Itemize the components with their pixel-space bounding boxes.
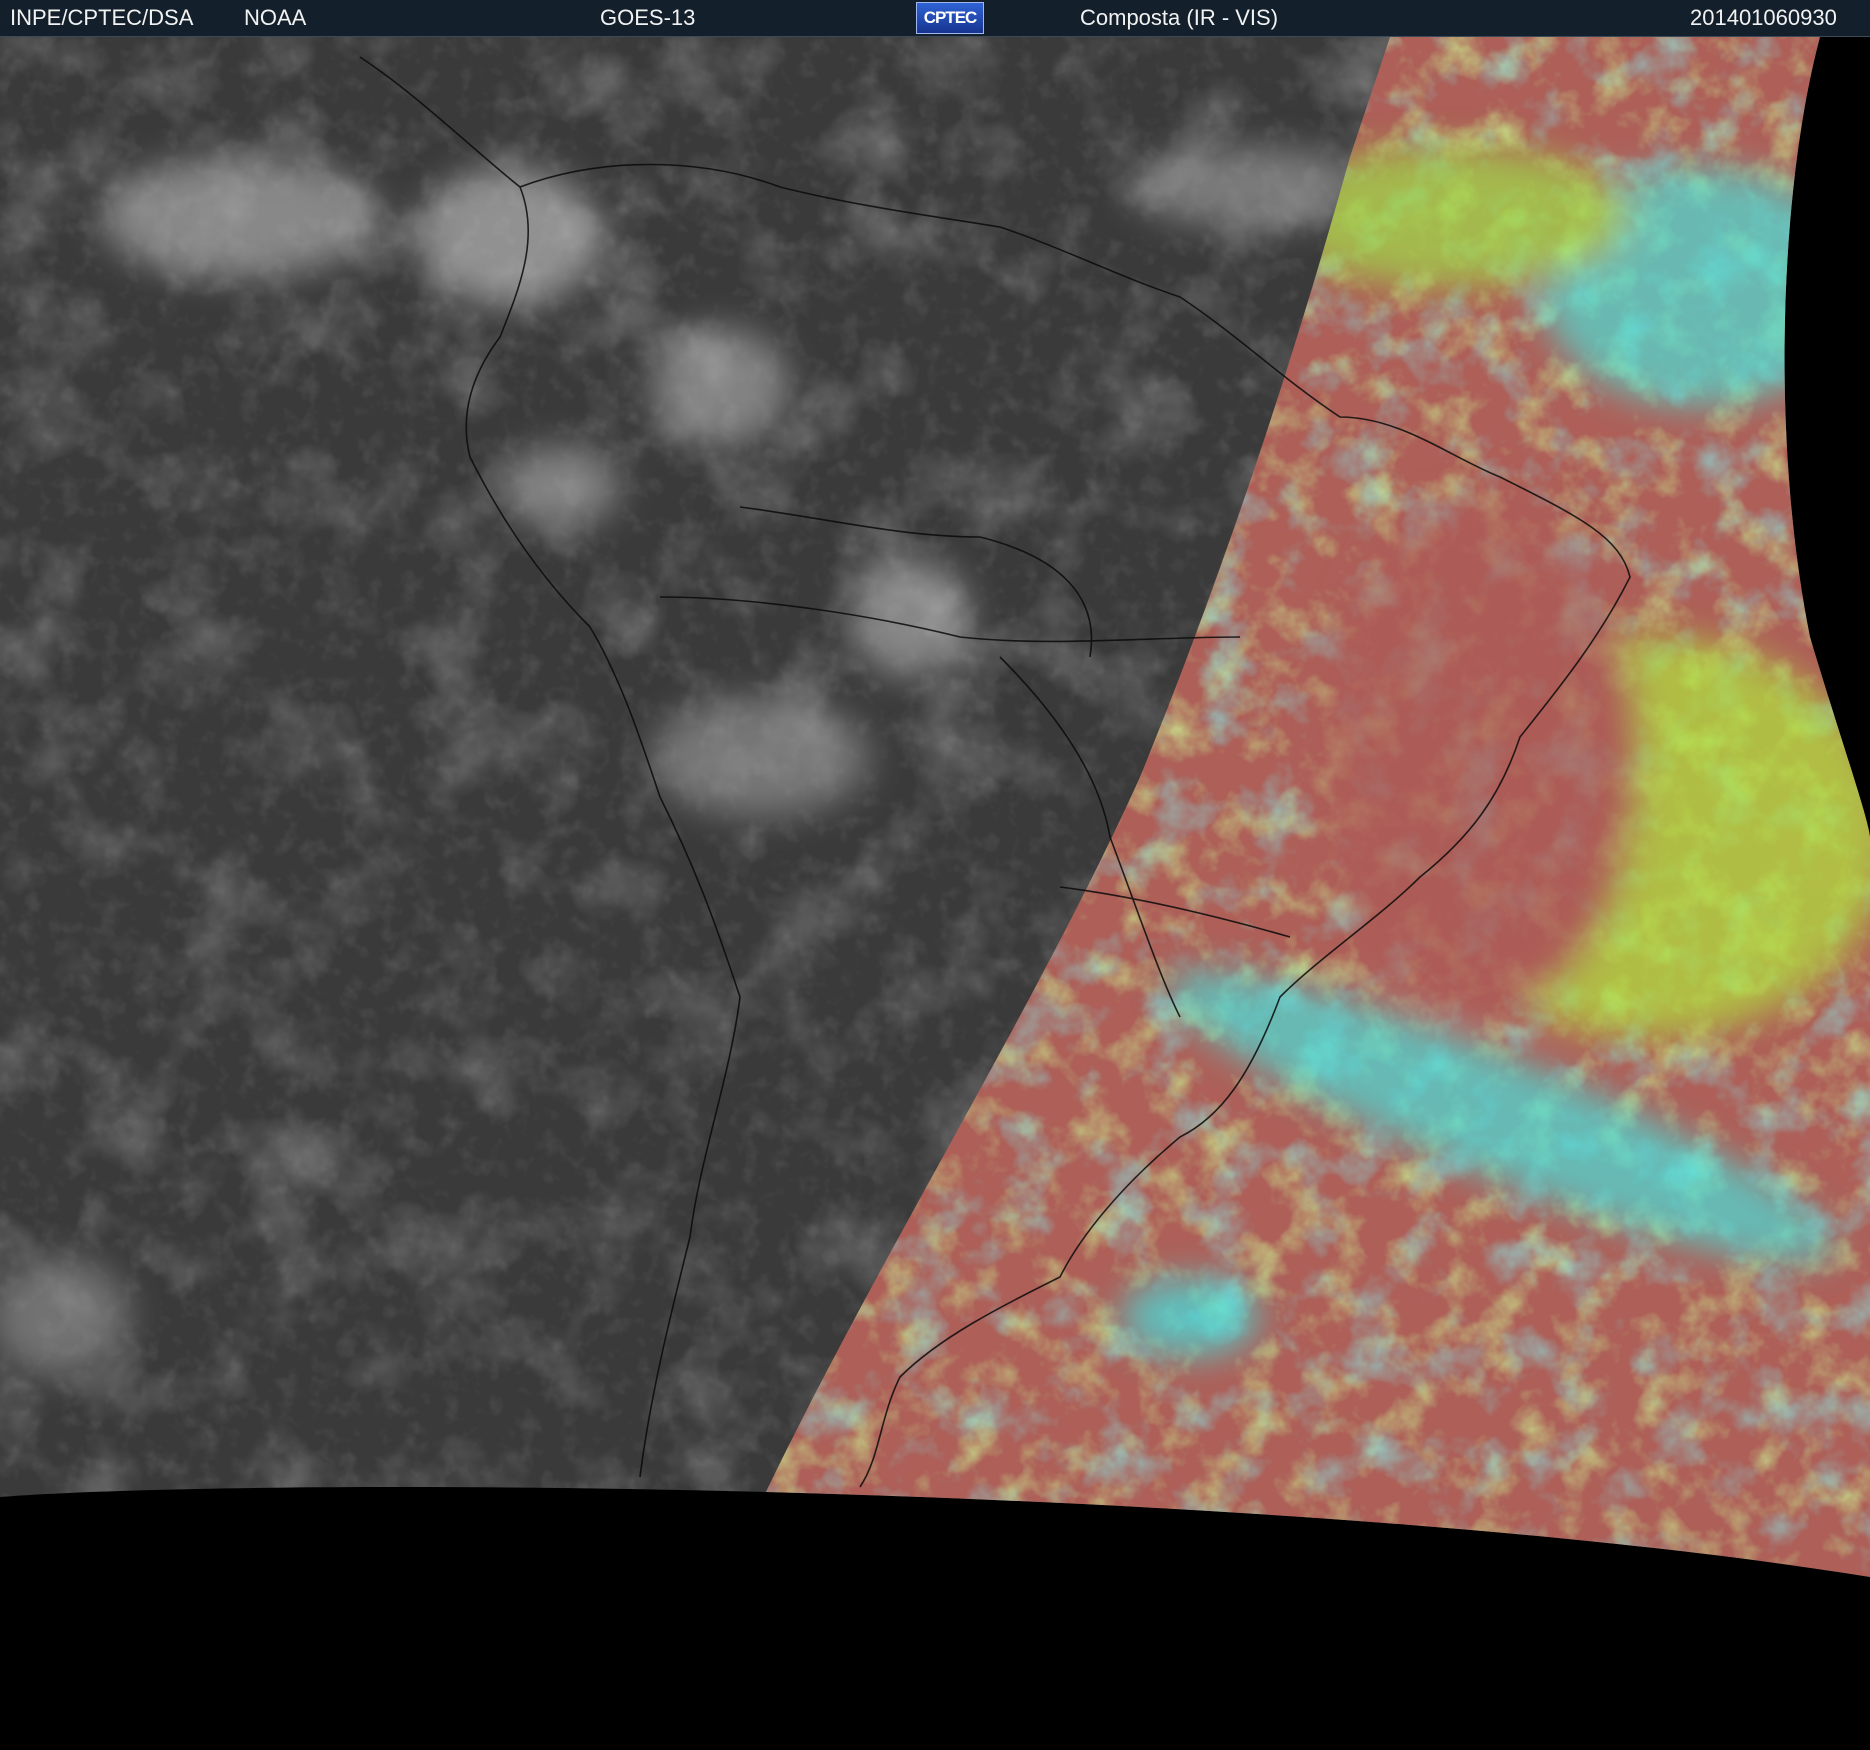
cptec-logo: CPTEC xyxy=(916,2,984,34)
source-label: NOAA xyxy=(244,5,307,30)
satellite-label: GOES-13 xyxy=(600,5,696,30)
datetime-label: 201401060930 xyxy=(1690,5,1837,30)
product-label: Composta (IR - VIS) xyxy=(1080,5,1279,30)
satellite-composite-image xyxy=(0,37,1870,1750)
image-header-bar: INPE/CPTEC/DSA NOAA GOES-13 CPTEC Compos… xyxy=(0,0,1870,37)
agency-label: INPE/CPTEC/DSA xyxy=(10,5,194,30)
